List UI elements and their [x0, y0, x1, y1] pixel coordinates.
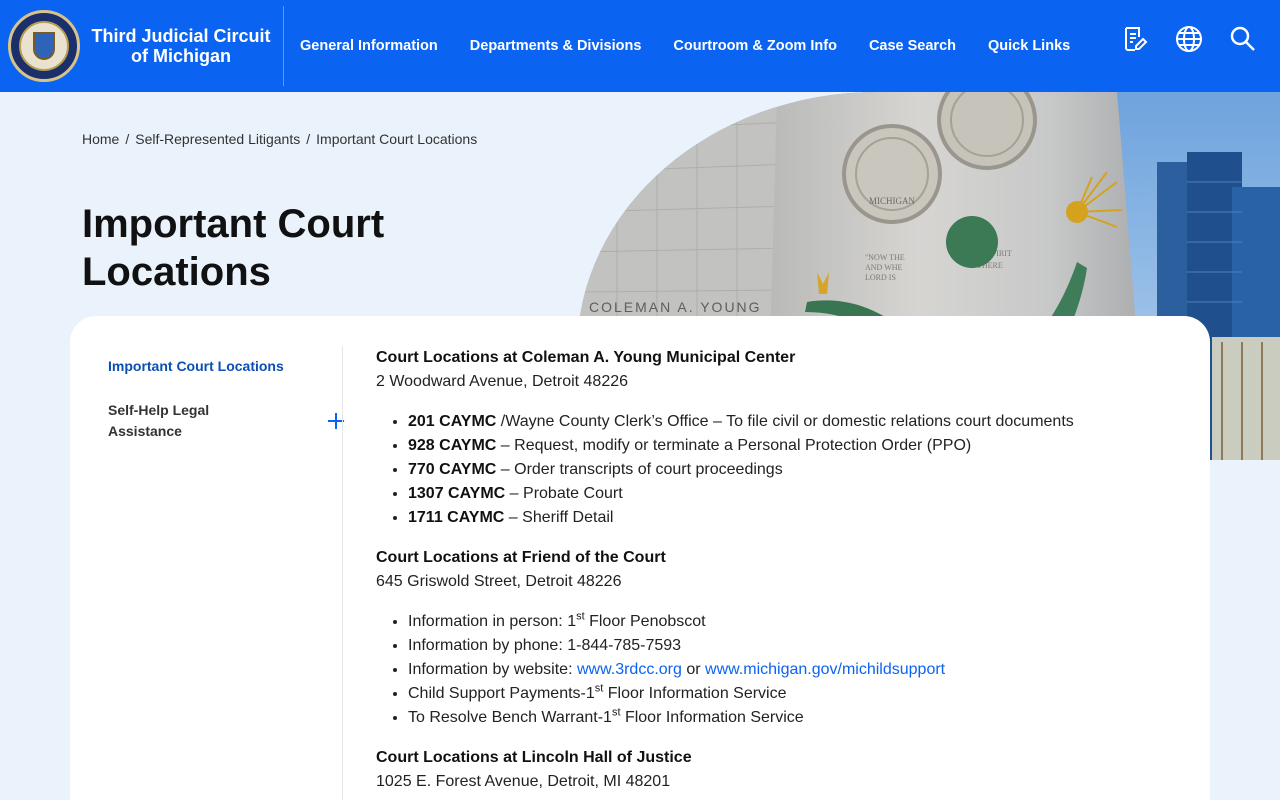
nav-case-search[interactable]: Case Search [853, 38, 972, 54]
site-header: Third Judicial Circuit of Michigan Gener… [0, 0, 1280, 92]
breadcrumb-home[interactable]: Home [82, 131, 119, 147]
breadcrumb-current: Important Court Locations [316, 131, 478, 147]
section-title: Court Locations at Lincoln Hall of Justi… [376, 749, 692, 766]
list-item: Child Support Payments-1st Floor Informa… [408, 682, 1176, 706]
main-content: Court Locations at Coleman A. Young Muni… [376, 346, 1176, 800]
nav-general-information[interactable]: General Information [300, 38, 454, 54]
info-list: Information in person: 1st Floor Penobsc… [408, 610, 1176, 730]
globe-icon[interactable] [1174, 24, 1204, 54]
list-item: 201 CAYMC /Wayne County Clerk’s Office –… [408, 410, 1176, 434]
svg-text:"NOW THE: "NOW THE [865, 253, 905, 262]
location-list: 201 CAYMC /Wayne County Clerk’s Office –… [408, 410, 1176, 530]
link-michildsupport[interactable]: www.michigan.gov/michildsupport [705, 661, 945, 678]
breadcrumb: Home / Self-Represented Litigants / Impo… [82, 131, 478, 147]
sidebar-item-important-court-locations[interactable]: Important Court Locations [108, 346, 344, 374]
sidebar-nav: Important Court Locations Self-Help Lega… [108, 346, 344, 442]
sidebar-item-label: Self-Help Legal Assistance [108, 402, 210, 439]
section-title: Court Locations at Coleman A. Young Muni… [376, 349, 796, 366]
divider [342, 346, 343, 800]
list-item: 928 CAYMC – Request, modify or terminate… [408, 434, 1176, 458]
section-title: Court Locations at Friend of the Court [376, 549, 666, 566]
nav-quick-links[interactable]: Quick Links [972, 38, 1086, 54]
nav-courtroom-zoom-info[interactable]: Courtroom & Zoom Info [657, 38, 853, 54]
page-title: Important Court Locations [82, 202, 385, 294]
list-item: 770 CAYMC – Order transcripts of court p… [408, 458, 1176, 482]
content-card: Important Court Locations Self-Help Lega… [70, 316, 1210, 800]
section-address: 1025 E. Forest Avenue, Detroit, MI 48201 [376, 773, 671, 790]
list-item: Information by phone: 1-844-785-7593 [408, 634, 1176, 658]
list-item: 1307 CAYMC – Probate Court [408, 482, 1176, 506]
list-item: 1711 CAYMC – Sheriff Detail [408, 506, 1176, 530]
section-address: 645 Griswold Street, Detroit 48226 [376, 573, 622, 590]
svg-text:AND WHE: AND WHE [865, 263, 903, 272]
site-name[interactable]: Third Judicial Circuit of Michigan [86, 26, 276, 66]
main-nav: General Information Departments & Divisi… [300, 38, 1086, 54]
svg-text:MICHIGAN: MICHIGAN [869, 196, 915, 206]
site-brand[interactable]: Third Judicial Circuit of Michigan [0, 6, 284, 86]
svg-text:COLEMAN A. YOUNG: COLEMAN A. YOUNG [589, 299, 762, 315]
section-address: 2 Woodward Avenue, Detroit 48226 [376, 373, 629, 390]
document-edit-icon[interactable] [1120, 24, 1150, 54]
link-3rdcc[interactable]: www.3rdcc.org [577, 661, 682, 678]
list-item: Information in person: 1st Floor Penobsc… [408, 610, 1176, 634]
list-item: Information by website: www.3rdcc.org or… [408, 658, 1176, 682]
search-icon[interactable] [1228, 24, 1258, 54]
nav-departments-divisions[interactable]: Departments & Divisions [454, 38, 658, 54]
breadcrumb-self-represented-litigants[interactable]: Self-Represented Litigants [135, 131, 300, 147]
court-seal-logo[interactable] [8, 10, 80, 82]
list-item: To Resolve Bench Warrant-1st Floor Infor… [408, 706, 1176, 730]
svg-text:LORD IS: LORD IS [865, 273, 896, 282]
sidebar-item-self-help-legal-assistance[interactable]: Self-Help Legal Assistance [108, 400, 344, 442]
